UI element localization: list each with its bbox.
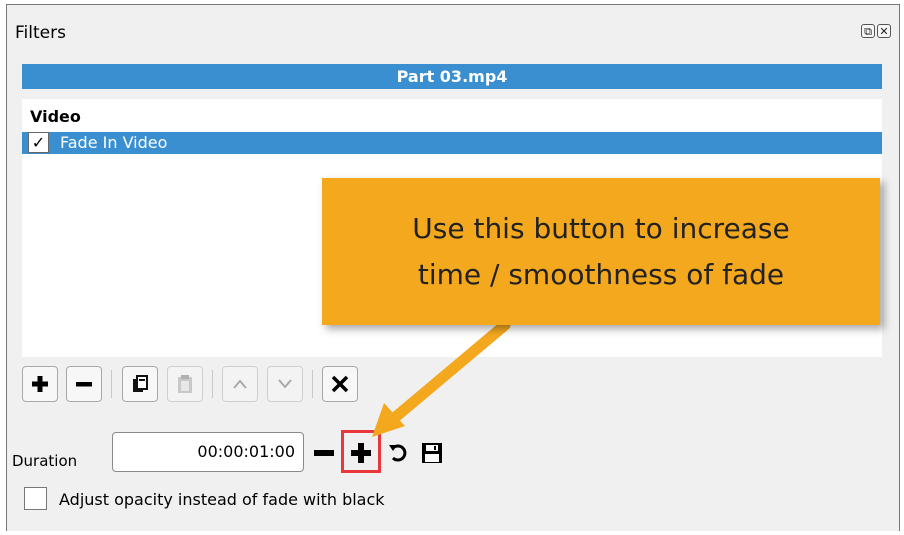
restore-icon[interactable]: ⧉ — [861, 24, 875, 38]
callout-line-1: Use this button to increase — [412, 211, 790, 245]
duration-decrease-button[interactable] — [310, 439, 338, 467]
close-x-icon — [331, 375, 349, 393]
toolbar-separator — [312, 370, 313, 398]
filter-group-label: Video — [30, 107, 81, 126]
panel-titlebar: Filters ⧉ ✕ — [7, 5, 899, 45]
clip-name-bar: Part 03.mp4 — [22, 64, 882, 89]
move-down-icon — [278, 379, 292, 389]
callout-line-2: time / smoothness of fade — [417, 257, 785, 291]
plus-icon — [32, 376, 48, 392]
duration-reset-button[interactable] — [384, 439, 412, 467]
window-buttons: ⧉ ✕ — [861, 24, 891, 38]
panel-title: Filters — [15, 23, 66, 43]
paste-filters-button[interactable] — [167, 366, 203, 402]
move-up-button[interactable] — [222, 366, 258, 402]
copy-icon — [133, 375, 148, 392]
copy-filters-button[interactable] — [122, 366, 158, 402]
annotation-callout: Use this button to increase time / smoot… — [322, 178, 880, 325]
highlight-box — [341, 430, 381, 473]
toolbar-separator — [212, 370, 213, 398]
add-filter-button[interactable] — [22, 366, 58, 402]
move-down-button[interactable] — [267, 366, 303, 402]
close-icon[interactable]: ✕ — [877, 24, 891, 38]
save-icon — [422, 443, 442, 463]
minus-icon — [314, 450, 334, 456]
filter-item-fade-in-video[interactable]: ✓ Fade In Video — [22, 132, 882, 154]
minus-icon — [76, 382, 92, 387]
duration-field[interactable]: 00:00:01:00 — [112, 432, 304, 472]
toolbar-separator — [111, 370, 112, 398]
reset-icon — [389, 444, 407, 462]
adjust-opacity-label: Adjust opacity instead of fade with blac… — [59, 490, 385, 509]
filter-item-label: Fade In Video — [60, 133, 168, 152]
move-up-icon — [233, 379, 247, 389]
paste-icon — [178, 375, 192, 393]
adjust-opacity-checkbox[interactable] — [24, 487, 47, 510]
remove-filter-button[interactable] — [66, 366, 102, 402]
duration-save-button[interactable] — [418, 439, 446, 467]
deselect-filter-button[interactable] — [322, 366, 358, 402]
filter-toolbar — [22, 366, 502, 406]
filter-enabled-checkbox[interactable]: ✓ — [28, 132, 49, 153]
duration-label: Duration — [12, 452, 78, 470]
